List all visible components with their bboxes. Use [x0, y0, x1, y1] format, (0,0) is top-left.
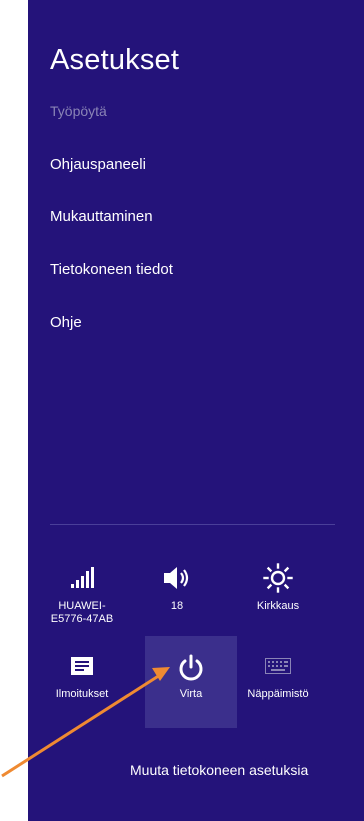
brightness-label: Kirkkaus [256, 600, 300, 612]
keyboard-icon [232, 652, 324, 680]
menu-item-personalization[interactable]: Mukauttaminen [50, 208, 153, 225]
keyboard-label: Näppäimistö [247, 688, 309, 700]
keyboard-tile[interactable]: Näppäimistö [232, 636, 324, 728]
change-pc-settings-link[interactable]: Muuta tietokoneen asetuksia [130, 762, 308, 778]
network-label: HUAWEI- E5776-47AB [50, 600, 114, 625]
divider [50, 524, 335, 525]
speaker-icon [131, 564, 223, 592]
power-tile[interactable]: Virta [145, 636, 237, 728]
panel-title: Asetukset [50, 44, 180, 76]
settings-charm-panel: Asetukset Työpöytä Ohjauspaneeli Mukautt… [28, 0, 364, 821]
signal-bars-icon [36, 564, 128, 592]
volume-level: 18 [170, 600, 184, 612]
volume-tile[interactable]: 18 [131, 548, 223, 640]
power-icon [145, 654, 237, 682]
message-icon [36, 652, 128, 680]
menu-item-help[interactable]: Ohje [50, 314, 82, 331]
brightness-tile[interactable]: Kirkkaus [232, 548, 324, 640]
power-label: Virta [179, 688, 203, 700]
screenshot-page: Asetukset Työpöytä Ohjauspaneeli Mukautt… [0, 0, 364, 821]
notifications-label: Ilmoitukset [55, 688, 109, 700]
network-tile[interactable]: HUAWEI- E5776-47AB [36, 548, 128, 640]
notifications-tile[interactable]: Ilmoitukset [36, 636, 128, 728]
menu-item-control-panel[interactable]: Ohjauspaneeli [50, 156, 146, 173]
panel-subtitle: Työpöytä [50, 103, 107, 119]
sun-icon [232, 563, 324, 593]
menu-item-pc-info[interactable]: Tietokoneen tiedot [50, 261, 173, 278]
